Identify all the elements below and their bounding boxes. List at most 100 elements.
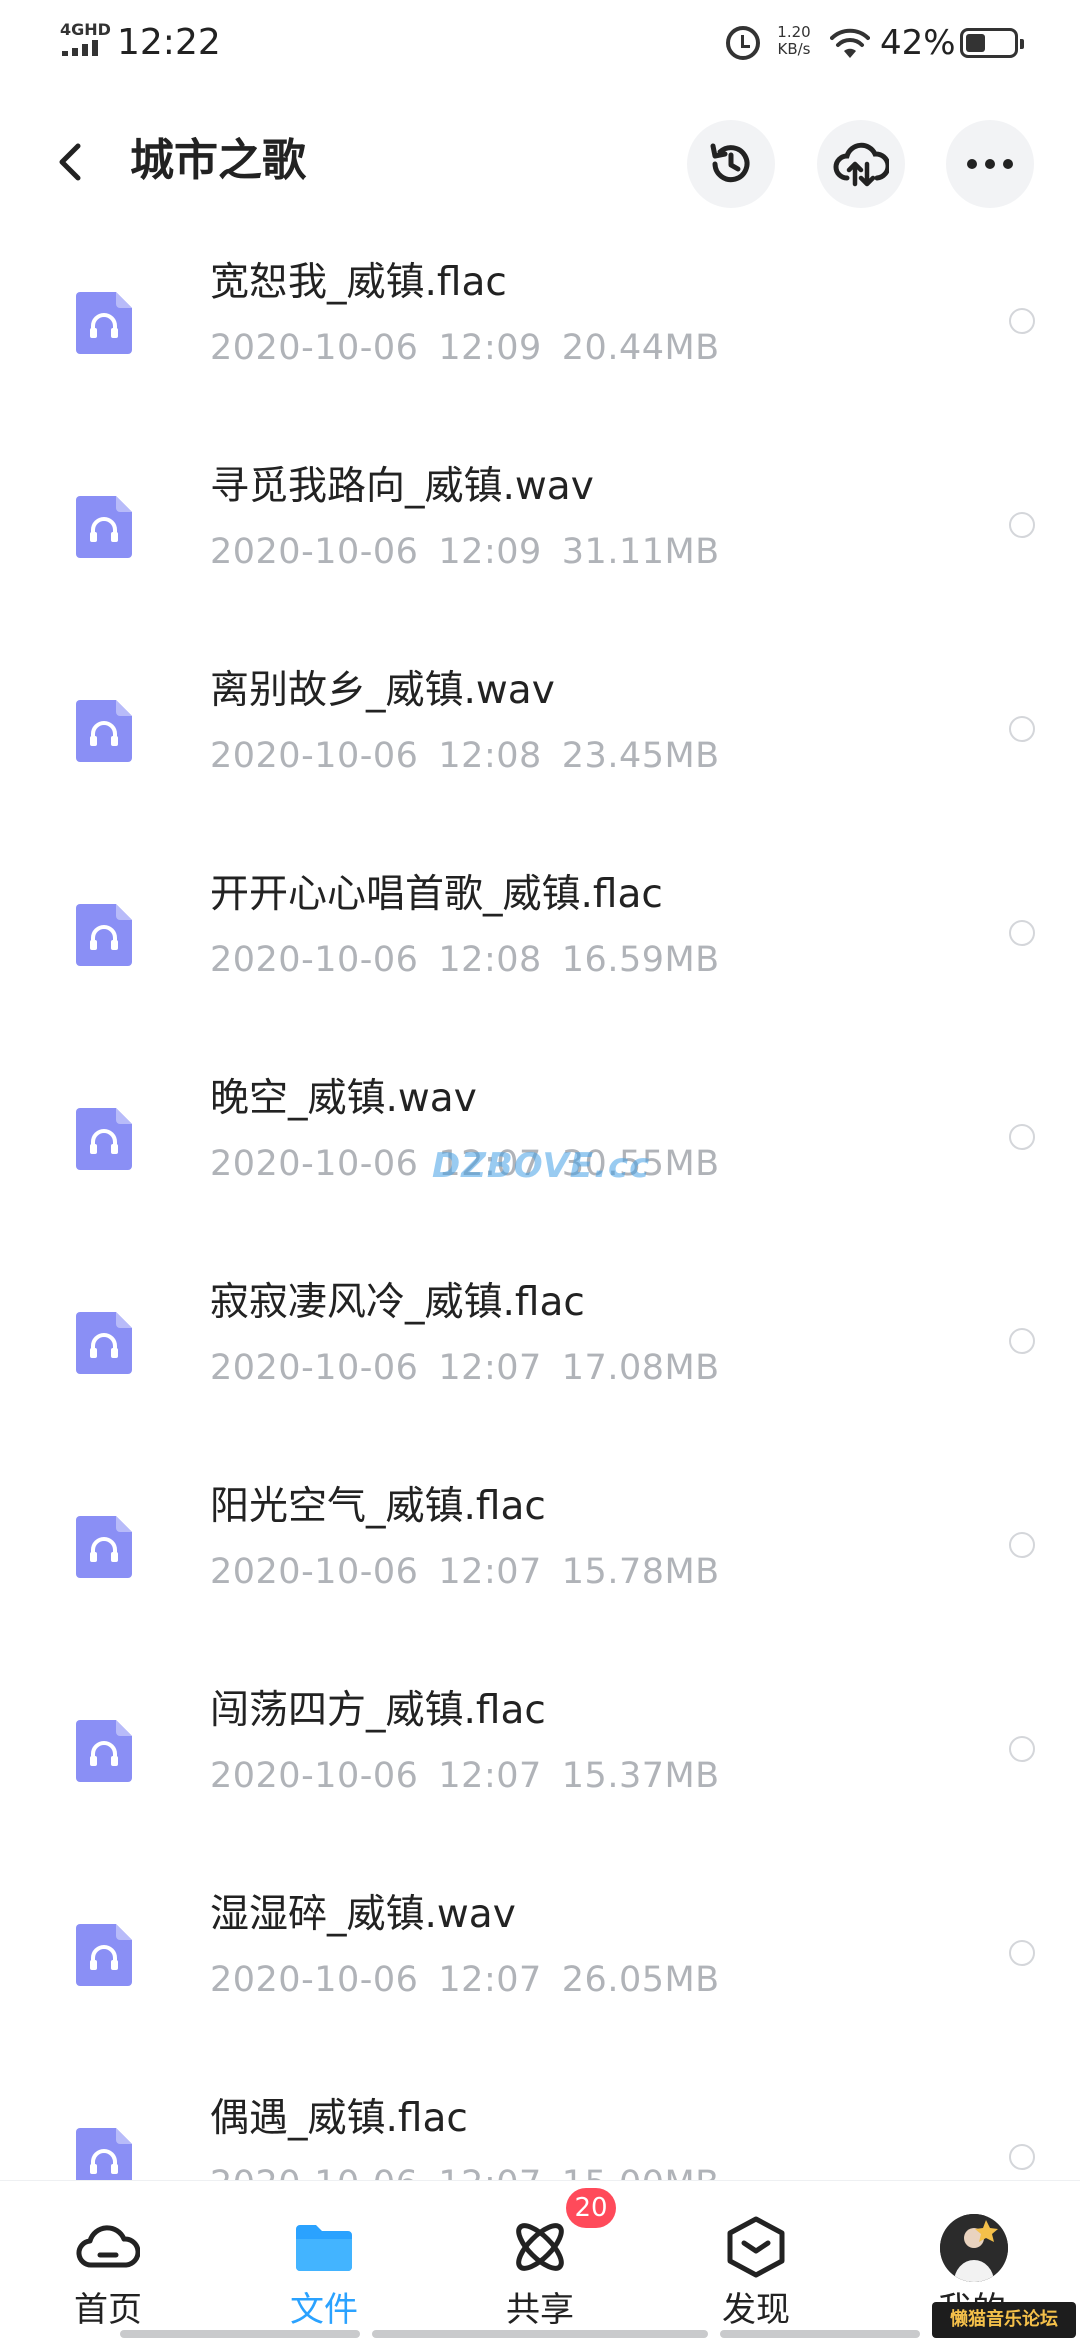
- file-name: 闯荡四方_威镇.flac: [210, 1688, 546, 1733]
- file-row[interactable]: 阳光空气_威镇.flac 2020-10-06 12:07 15.78MB: [0, 1464, 1080, 1668]
- tab-label: 文件: [290, 2290, 358, 2330]
- file-row[interactable]: 寻觅我路向_威镇.wav 2020-10-06 12:09 31.11MB: [0, 444, 1080, 648]
- file-time: 12:07: [438, 1960, 542, 2000]
- status-time: 12:22: [117, 22, 221, 63]
- select-checkbox[interactable]: [1009, 1940, 1035, 1966]
- tab-label: 发现: [722, 2290, 790, 2330]
- file-time: 12:09: [438, 328, 542, 368]
- share-badge: 20: [566, 2188, 616, 2228]
- file-meta: 2020-10-06 12:07 17.08MB: [210, 1344, 740, 1392]
- network-speed-value: 1.20: [777, 23, 811, 41]
- audio-file-icon: [76, 496, 132, 558]
- file-size: 30.55MB: [561, 1144, 720, 1184]
- signal-icon: [62, 40, 102, 56]
- file-row[interactable]: 晚空_威镇.wav 2020-10-06 12:07 30.55MB: [0, 1056, 1080, 1260]
- cloud-upload-icon: [833, 142, 889, 187]
- file-date: 2020-10-06: [210, 1144, 419, 1184]
- file-meta: 2020-10-06 12:09 31.11MB: [210, 528, 740, 576]
- file-time: 12:07: [438, 2164, 541, 2180]
- battery-fill: [966, 34, 985, 52]
- file-time: 12:08: [438, 736, 542, 776]
- select-checkbox[interactable]: [1009, 1532, 1035, 1558]
- audio-file-icon: [76, 1312, 132, 1374]
- file-time: 12:07: [438, 1552, 542, 1592]
- page-title: 城市之歌: [130, 135, 306, 186]
- file-row[interactable]: 偶遇_威镇.flac 2020-10-06 12:07 15.00MB: [0, 2076, 1080, 2180]
- tab-files[interactable]: 文件: [216, 2181, 432, 2340]
- file-time: 12:07: [438, 1348, 542, 1388]
- gesture-bar: [372, 2330, 708, 2338]
- network-speed: 1.20 KB/s: [770, 24, 818, 58]
- select-checkbox[interactable]: [1009, 1736, 1035, 1762]
- file-name: 寂寂凄风冷_威镇.flac: [210, 1280, 585, 1325]
- file-date: 2020-10-06: [210, 736, 419, 776]
- more-button[interactable]: [946, 120, 1034, 208]
- file-date: 2020-10-06: [210, 1960, 419, 2000]
- file-size: 15.00MB: [562, 2164, 720, 2180]
- discover-box-icon: [727, 2216, 785, 2278]
- tab-home[interactable]: 首页: [0, 2181, 216, 2340]
- share-orbit-icon: [516, 2223, 564, 2271]
- audio-file-icon: [76, 1924, 132, 1986]
- file-size: 15.37MB: [561, 1756, 720, 1796]
- battery-icon: [960, 28, 1024, 58]
- file-time: 12:07: [438, 1756, 542, 1796]
- file-name: 开开心心唱首歌_威镇.flac: [210, 872, 663, 917]
- file-meta: 2020-10-06 12:08 23.45MB: [210, 732, 740, 780]
- gesture-bar: [120, 2330, 360, 2338]
- audio-file-icon: [76, 1720, 132, 1782]
- file-row[interactable]: 开开心心唱首歌_威镇.flac 2020-10-06 12:08 16.59MB: [0, 852, 1080, 1056]
- audio-file-icon: [76, 2128, 132, 2180]
- select-checkbox[interactable]: [1009, 716, 1035, 742]
- gesture-bar: [720, 2330, 920, 2338]
- select-checkbox[interactable]: [1009, 512, 1035, 538]
- file-meta: 2020-10-06 12:07 26.05MB: [210, 1956, 740, 2004]
- select-checkbox[interactable]: [1009, 1124, 1035, 1150]
- history-button[interactable]: [687, 120, 775, 208]
- select-checkbox[interactable]: [1009, 308, 1035, 334]
- tab-label: 共享: [506, 2290, 574, 2330]
- select-checkbox[interactable]: [1009, 1328, 1035, 1354]
- file-meta: 2020-10-06 12:07 15.78MB: [210, 1548, 740, 1596]
- file-meta: 2020-10-06 12:09 20.44MB: [210, 324, 740, 372]
- file-list: 宽恕我_威镇.flac 2020-10-06 12:09 20.44MB 寻觅我路向…: [0, 240, 1080, 2180]
- avatar[interactable]: [940, 2214, 1008, 2282]
- audio-file-icon: [76, 904, 132, 966]
- audio-file-icon: [76, 1516, 132, 1578]
- file-time: 12:09: [438, 532, 542, 572]
- history-icon: [710, 143, 750, 183]
- network-type: 4GHD: [60, 20, 111, 39]
- file-size: 23.45MB: [561, 736, 720, 776]
- folder-icon: [296, 2225, 352, 2271]
- status-bar: 4GHD 12:22 1.20 KB/s 42%: [0, 0, 1080, 90]
- file-row[interactable]: 湿湿碎_威镇.wav 2020-10-06 12:07 26.05MB: [0, 1872, 1080, 2076]
- file-meta: 2020-10-06 12:07 15.00MB: [210, 2160, 740, 2180]
- file-row[interactable]: 离别故乡_威镇.wav 2020-10-06 12:08 23.45MB: [0, 648, 1080, 852]
- file-row[interactable]: 寂寂凄风冷_威镇.flac 2020-10-06 12:07 17.08MB: [0, 1260, 1080, 1464]
- tab-discover[interactable]: 发现: [648, 2181, 864, 2340]
- file-date: 2020-10-06: [210, 2164, 418, 2180]
- cloud-transfer-button[interactable]: [817, 120, 905, 208]
- audio-file-icon: [76, 292, 132, 354]
- file-name: 寻觅我路向_威镇.wav: [210, 464, 594, 509]
- file-row[interactable]: 宽恕我_威镇.flac 2020-10-06 12:09 20.44MB: [0, 240, 1080, 444]
- file-date: 2020-10-06: [210, 1756, 419, 1796]
- audio-file-icon: [76, 1108, 132, 1170]
- file-time: 12:08: [438, 940, 542, 980]
- wifi-icon: [830, 28, 870, 58]
- file-name: 偶遇_威镇.flac: [210, 2096, 468, 2141]
- file-size: 17.08MB: [561, 1348, 720, 1388]
- select-checkbox[interactable]: [1009, 920, 1035, 946]
- select-checkbox[interactable]: [1009, 2144, 1035, 2170]
- file-date: 2020-10-06: [210, 1552, 419, 1592]
- file-size: 15.78MB: [561, 1552, 720, 1592]
- cloud-home-icon: [76, 2225, 140, 2268]
- file-meta: 2020-10-06 12:07 15.37MB: [210, 1752, 740, 1800]
- file-date: 2020-10-06: [210, 1348, 419, 1388]
- top-bar: 城市之歌: [0, 90, 1080, 240]
- alarm-icon: [726, 26, 760, 60]
- file-row[interactable]: 闯荡四方_威镇.flac 2020-10-06 12:07 15.37MB: [0, 1668, 1080, 1872]
- file-name: 阳光空气_威镇.flac: [210, 1484, 546, 1529]
- back-icon[interactable]: [50, 140, 94, 184]
- file-size: 20.44MB: [561, 328, 720, 368]
